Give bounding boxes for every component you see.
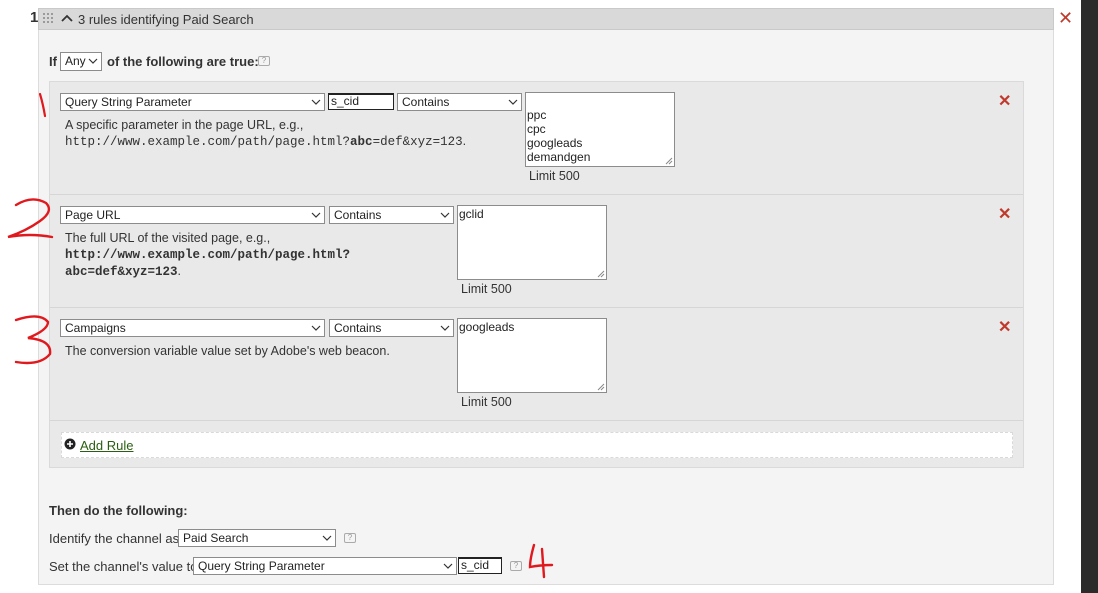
- condition-2-operator-select[interactable]: Contains: [329, 206, 454, 224]
- annotation-number-3: [14, 315, 52, 365]
- condition-1-example-url: http://www.example.com/path/page.html?ab…: [65, 134, 466, 150]
- condition-1-description: A specific parameter in the page URL, e.…: [65, 118, 304, 132]
- chevron-down-icon: [440, 325, 450, 331]
- condition-3-dimension-value: Campaigns: [65, 321, 126, 335]
- chevron-down-icon: [322, 535, 332, 541]
- annotation-number-4: [528, 543, 554, 579]
- condition-2-values-textarea[interactable]: gclid: [457, 205, 607, 280]
- of-following-label: of the following are true:: [107, 54, 259, 69]
- rule-group-channel: Paid Search: [182, 12, 254, 27]
- resize-handle-icon[interactable]: [597, 270, 605, 278]
- annotation-number-2: [7, 198, 54, 239]
- condition-2-operator-value: Contains: [334, 208, 382, 222]
- identify-channel-value: Paid Search: [183, 531, 249, 545]
- condition-3-operator-select[interactable]: Contains: [329, 319, 454, 337]
- add-rule-row: [61, 432, 1013, 458]
- drag-handle-icon[interactable]: [42, 12, 54, 24]
- condition-3-limit: Limit 500: [461, 395, 512, 409]
- condition-3-operator-value: Contains: [334, 321, 382, 335]
- close-icon[interactable]: ✕: [998, 204, 1011, 224]
- condition-1-dimension-select[interactable]: Query String Parameter: [60, 93, 325, 111]
- chevron-down-icon: [311, 212, 321, 218]
- identify-channel-label: Identify the channel as: [49, 531, 180, 546]
- plus-circle-icon[interactable]: [64, 438, 76, 450]
- url-part: =def&xyz=123: [372, 135, 463, 149]
- scrollbar[interactable]: [1081, 0, 1098, 593]
- set-channel-value-label: Set the channel's value to: [49, 559, 198, 574]
- annotation-number-1: [38, 92, 47, 118]
- chevron-down-icon: [88, 58, 98, 64]
- url-period: .: [177, 264, 182, 278]
- match-any-value: Any: [65, 54, 86, 68]
- chevron-down-icon: [311, 325, 321, 331]
- row-divider: [50, 194, 1023, 195]
- resize-handle-icon[interactable]: [665, 157, 673, 165]
- chevron-down-icon: [311, 99, 321, 105]
- condition-1-limit: Limit 500: [529, 169, 580, 183]
- help-icon[interactable]: ?: [258, 56, 270, 66]
- url-part: http://www.example.com/path/page.html?: [65, 135, 351, 149]
- condition-1-dimension-value: Query String Parameter: [65, 95, 192, 109]
- add-rule-link[interactable]: Add Rule: [80, 438, 133, 453]
- close-icon[interactable]: ✕: [998, 317, 1011, 337]
- condition-1-parameter-input[interactable]: s_cid: [328, 93, 394, 110]
- identify-channel-select[interactable]: Paid Search: [178, 529, 336, 547]
- condition-1-values-text: ppc cpc googleads demandgen: [527, 108, 591, 164]
- then-section-title: Then do the following:: [49, 503, 188, 518]
- condition-2-example-url-line2: abc=def&xyz=123.: [65, 264, 181, 280]
- condition-1-operator-value: Contains: [402, 95, 450, 109]
- chevron-up-icon[interactable]: [60, 13, 74, 23]
- row-divider: [50, 420, 1023, 421]
- url-period: .: [462, 134, 467, 148]
- condition-3-description: The conversion variable value set by Ado…: [65, 344, 390, 358]
- condition-2-dimension-value: Page URL: [65, 208, 121, 222]
- condition-2-example-url-line1: http://www.example.com/path/page.html?: [65, 248, 351, 262]
- condition-2-values-text: gclid: [459, 207, 484, 221]
- if-label: If: [49, 54, 57, 69]
- condition-2-dimension-select[interactable]: Page URL: [60, 206, 325, 224]
- set-channel-value-select[interactable]: Query String Parameter: [193, 557, 457, 575]
- condition-3-values-textarea[interactable]: googleads: [457, 318, 607, 393]
- url-part: abc=def&xyz=123: [65, 265, 178, 279]
- help-icon[interactable]: ?: [510, 561, 522, 571]
- close-icon[interactable]: ✕: [1058, 8, 1073, 29]
- close-icon[interactable]: ✕: [998, 91, 1011, 111]
- chevron-down-icon: [508, 99, 518, 105]
- resize-handle-icon[interactable]: [597, 383, 605, 391]
- chevron-down-icon: [440, 212, 450, 218]
- help-icon[interactable]: ?: [344, 533, 356, 543]
- row-divider: [50, 307, 1023, 308]
- set-channel-value-value: Query String Parameter: [198, 559, 325, 573]
- rule-group-title-prefix: 3 rules identifying: [78, 12, 183, 27]
- chevron-down-icon: [443, 563, 453, 569]
- set-channel-parameter-input[interactable]: s_cid: [458, 557, 502, 574]
- rule-group-title: 3 rules identifying Paid Search: [78, 12, 254, 27]
- match-any-select[interactable]: Any: [60, 52, 102, 71]
- url-param-highlight: abc: [350, 135, 373, 149]
- condition-3-dimension-select[interactable]: Campaigns: [60, 319, 325, 337]
- condition-2-limit: Limit 500: [461, 282, 512, 296]
- condition-1-operator-select[interactable]: Contains: [397, 93, 522, 111]
- condition-3-values-text: googleads: [459, 320, 515, 334]
- condition-2-description: The full URL of the visited page, e.g.,: [65, 231, 271, 245]
- condition-1-values-textarea[interactable]: ppc cpc googleads demandgen: [525, 92, 675, 167]
